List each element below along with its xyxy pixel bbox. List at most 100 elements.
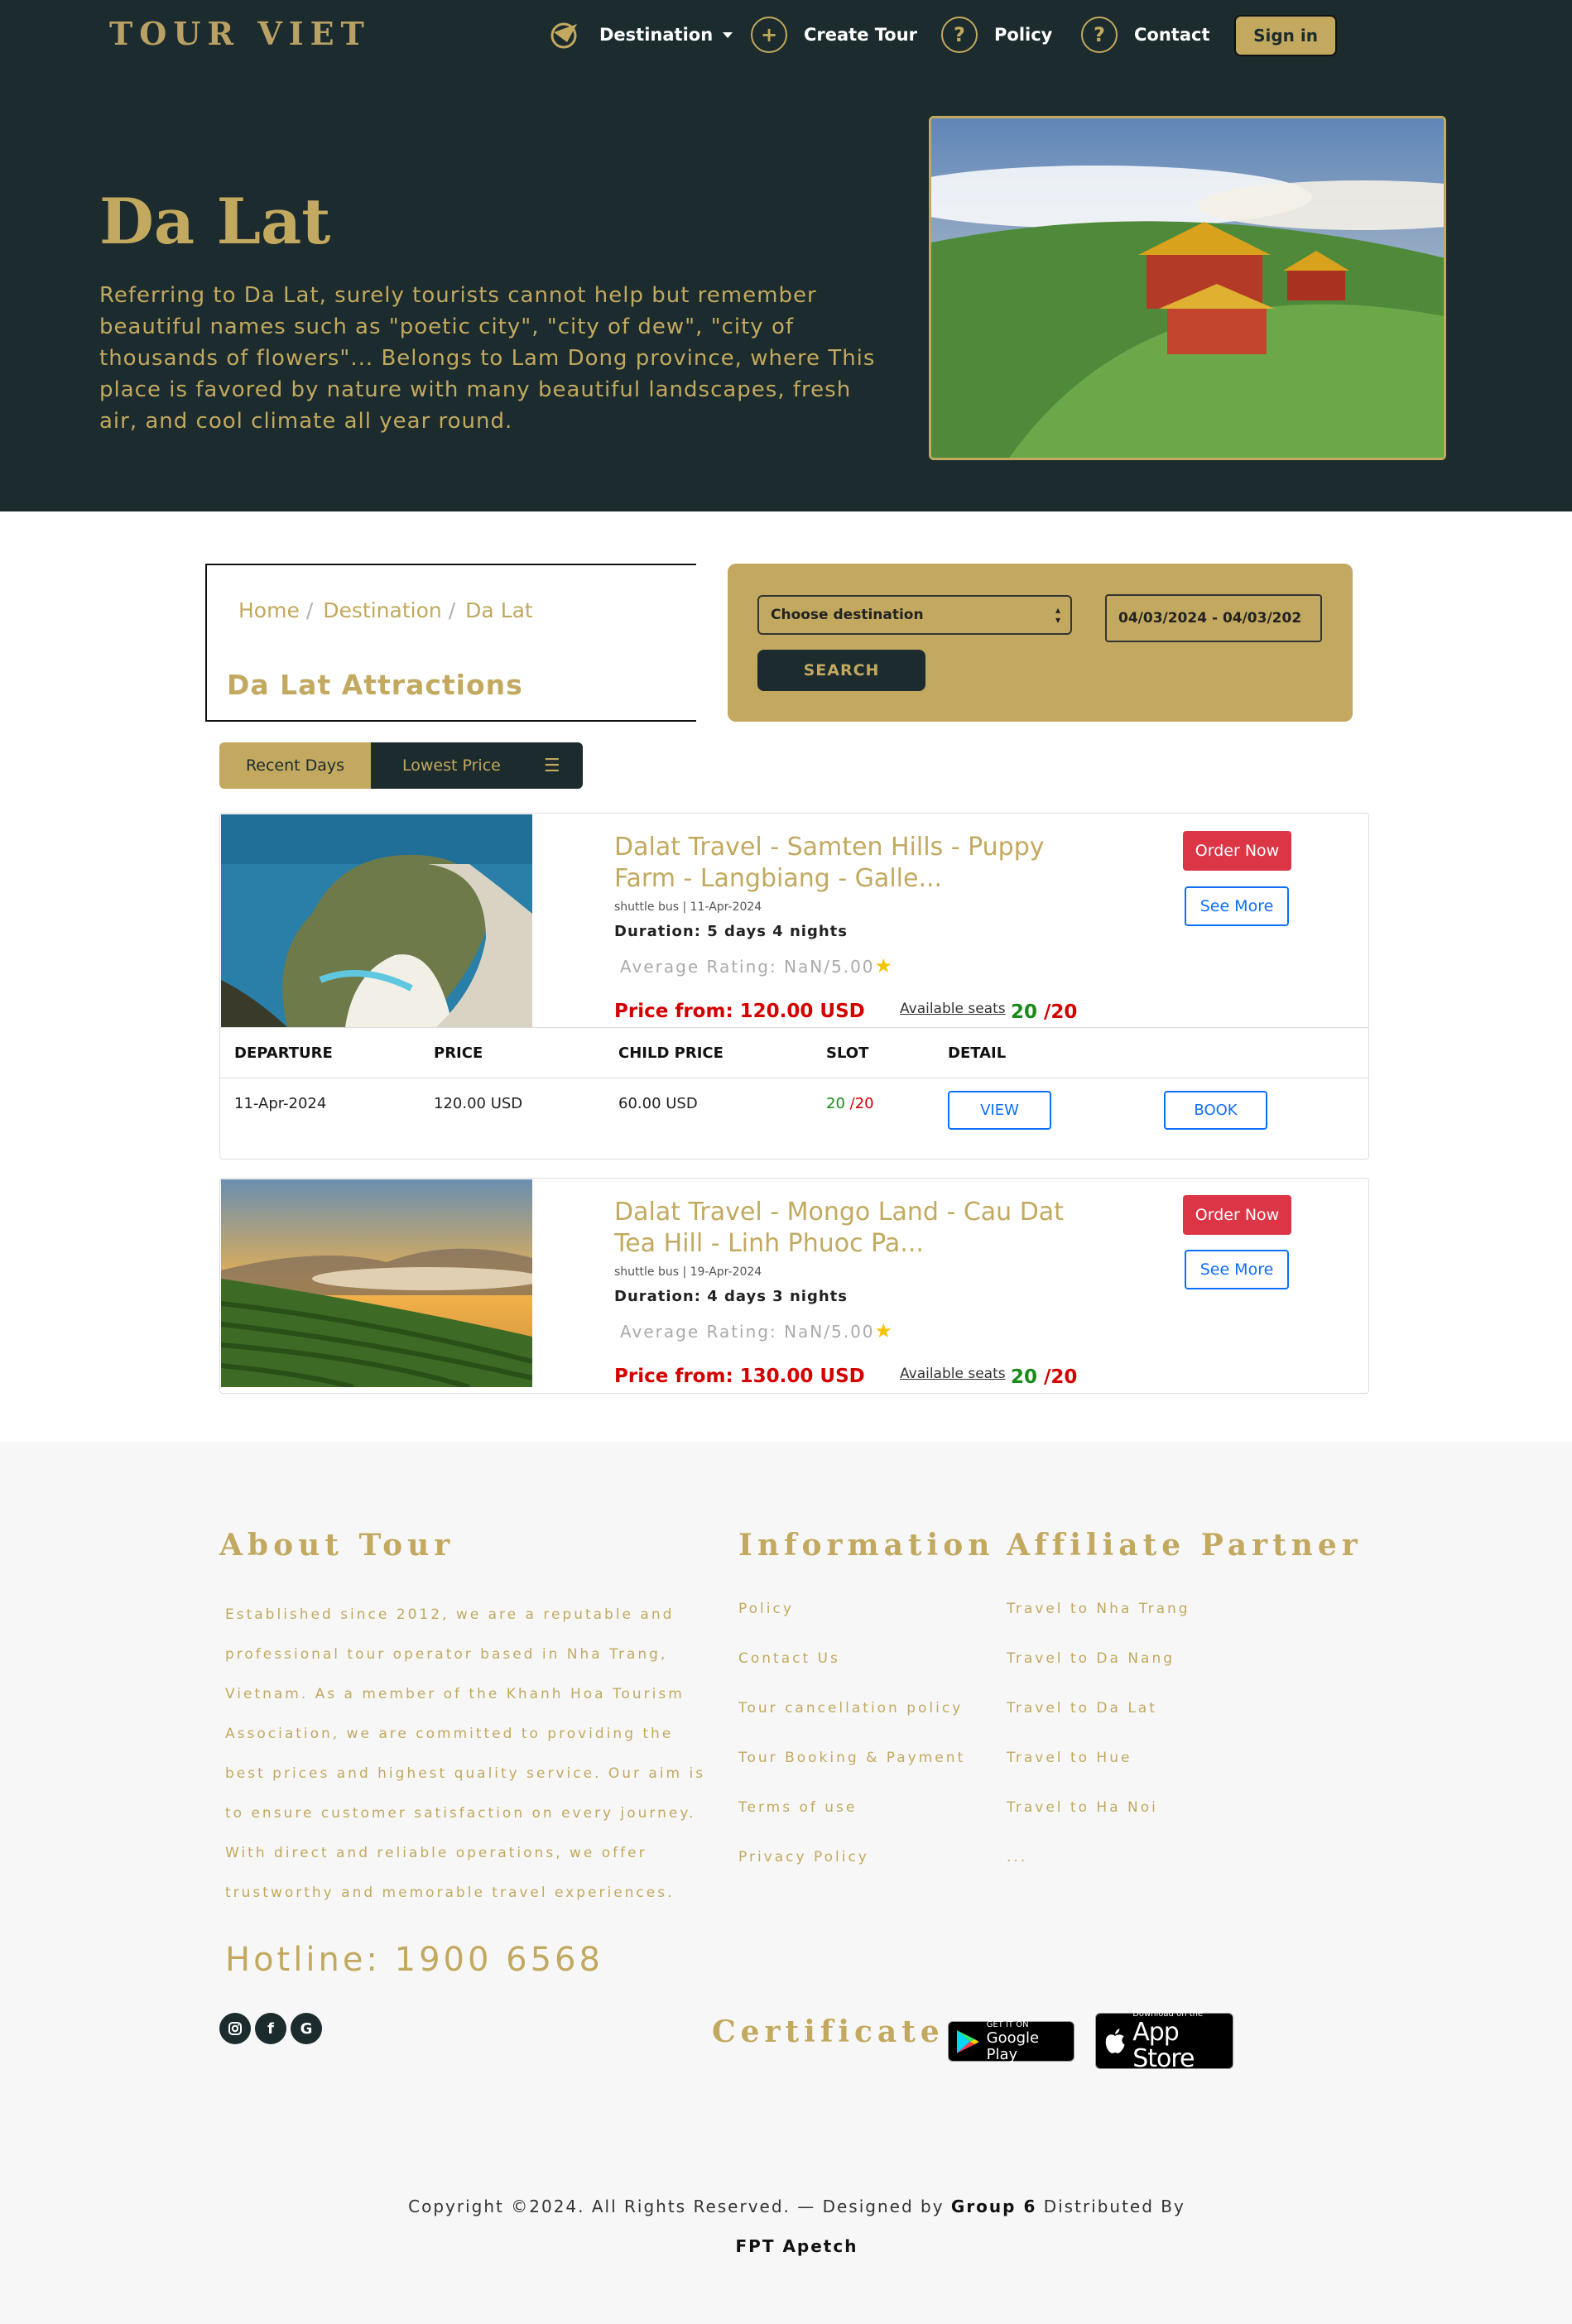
book-button[interactable]: BOOK [1164, 1091, 1267, 1130]
designer-name[interactable]: Group 6 [951, 2197, 1036, 2216]
tour-title[interactable]: Dalat Travel - Mongo Land - Cau Dat Tea … [614, 1197, 1094, 1260]
cell-child-price: 60.00 USD [618, 1095, 698, 1112]
tour-duration: Duration: 5 days 4 nights [614, 923, 848, 940]
nav-contact-label: Contact [1134, 25, 1210, 45]
nav-destination-label: Destination [599, 25, 714, 45]
col-price: PRICE [434, 1044, 483, 1062]
app-store-label: App Store [1132, 2018, 1195, 2073]
nav-create-tour[interactable]: + Create Tour [751, 17, 917, 53]
search-panel: Choose destination ▴ ▾ 04/03/2024 - 04/03… [728, 564, 1353, 722]
app-store-text: Download on the App Store [1132, 2009, 1233, 2072]
breadcrumb-home[interactable]: Home [238, 598, 300, 622]
list-menu-icon[interactable]: ☰ [544, 756, 560, 776]
available-seats-label: Available seats [900, 1366, 1006, 1382]
tour-price: Price from: 120.00 USD [614, 1001, 865, 1022]
google-play-badge[interactable]: GET IT ON Google Play [948, 2020, 1074, 2063]
order-now-button[interactable]: Order Now [1183, 1195, 1291, 1235]
tour-image[interactable] [221, 814, 532, 1027]
date-range-input[interactable]: 04/03/2024 - 04/03/202 [1105, 594, 1322, 642]
breadcrumb-destination[interactable]: Destination [323, 598, 441, 622]
star-icon: ★ [874, 954, 895, 977]
instagram-icon[interactable] [219, 2013, 251, 2044]
seats-total: /20 [1044, 1366, 1078, 1388]
sign-in-button[interactable]: Sign in [1234, 15, 1337, 56]
google-play-text: GET IT ON Google Play [987, 2020, 1074, 2063]
distributor-name[interactable]: FPT Apetch [736, 2236, 858, 2256]
nav-policy[interactable]: ? Policy [941, 17, 1052, 53]
footer-about-title: About Tour [219, 1528, 455, 1563]
departure-table-header: DEPARTURE PRICE CHILD PRICE SLOT DETAIL [220, 1027, 1368, 1078]
nav-create-tour-label: Create Tour [804, 25, 918, 45]
slot-available: 20 [826, 1095, 845, 1112]
app-store-badge[interactable]: Download on the App Store [1095, 2009, 1233, 2072]
tour-title[interactable]: Dalat Travel - Samten Hills - Puppy Farm… [614, 832, 1094, 895]
footer-link-hue[interactable]: Travel to Hue [1007, 1750, 1190, 1799]
breadcrumb-panel: Home / Destination / Da Lat Da Lat Attractio… [205, 564, 696, 722]
copyright-text: Copyright ©2024. All Rights Reserved. — … [408, 2197, 945, 2216]
tour-card: Dalat Travel - Samten Hills - Puppy Farm… [219, 813, 1369, 1160]
top-navbar: TOUR VIET Destination + Create Tour ? Po… [0, 0, 1572, 73]
available-seats-value: 20 /20 [1011, 1366, 1077, 1388]
google-icon[interactable]: G [291, 2013, 322, 2044]
order-now-button[interactable]: Order Now [1183, 831, 1291, 871]
destination-select[interactable]: Choose destination ▴ ▾ [757, 595, 1072, 635]
footer-link-more[interactable]: ... [1007, 1849, 1190, 1899]
sort-recent-days[interactable]: Recent Days [219, 742, 371, 789]
slot-total: /20 [849, 1095, 874, 1112]
see-more-button[interactable]: See More [1185, 886, 1289, 926]
hotline[interactable]: Hotline: 1900 6568 [225, 1941, 603, 1979]
footer-link-da-nang[interactable]: Travel to Da Nang [1007, 1650, 1190, 1700]
breadcrumb-separator: / [305, 598, 314, 622]
chevron-down-icon [723, 31, 733, 38]
tour-duration: Duration: 4 days 3 nights [614, 1288, 848, 1305]
tour-card: Dalat Travel - Mongo Land - Cau Dat Tea … [219, 1178, 1369, 1394]
available-seats-label: Available seats [900, 1001, 1006, 1017]
facebook-icon[interactable]: f [255, 2013, 286, 2044]
footer-link-contact[interactable]: Contact Us [738, 1650, 965, 1700]
footer-link-cancellation[interactable]: Tour cancellation policy [738, 1700, 965, 1750]
sort-lowest-price-label: Lowest Price [402, 756, 501, 775]
certificate-title: Certificate [712, 2014, 945, 2049]
hero-section: Da Lat Referring to Da Lat, surely touri… [0, 73, 1572, 511]
see-more-button[interactable]: See More [1185, 1250, 1289, 1289]
attractions-title: Da Lat Attractions [227, 669, 523, 701]
site-logo[interactable]: TOUR VIET [109, 15, 371, 52]
footer-link-booking-payment[interactable]: Tour Booking & Payment [738, 1750, 965, 1799]
footer-partner-title: Affiliate Partner [1007, 1528, 1363, 1563]
hero-image [929, 116, 1446, 460]
table-row: 11-Apr-2024 120.00 USD 60.00 USD 20 /20 … [220, 1078, 1368, 1153]
departure-table: DEPARTURE PRICE CHILD PRICE SLOT DETAIL … [220, 1027, 1368, 1153]
tour-rating-text: Average Rating: NaN/5.00 [620, 1322, 875, 1342]
tour-meta: shuttle bus | 19-Apr-2024 [614, 1265, 762, 1279]
breadcrumb-current: Da Lat [465, 598, 533, 622]
social-links: f G [219, 2013, 322, 2044]
seats-total: /20 [1044, 1001, 1078, 1023]
seats-available: 20 [1011, 1366, 1038, 1388]
available-seats-value: 20 /20 [1011, 1001, 1077, 1023]
breadcrumb: Home / Destination / Da Lat [238, 598, 533, 622]
plus-circle-icon: + [751, 17, 787, 53]
footer: About Tour Established since 2012, we ar… [0, 1442, 1572, 2324]
cell-price: 120.00 USD [434, 1095, 523, 1112]
hero-description: Referring to Da Lat, surely tourists can… [99, 283, 876, 434]
footer-link-ha-noi[interactable]: Travel to Ha Noi [1007, 1799, 1190, 1849]
globe-plane-icon [546, 17, 583, 53]
google-play-small: GET IT ON [986, 2019, 1029, 2029]
tour-image[interactable] [220, 1179, 544, 1390]
search-button[interactable]: SEARCH [757, 650, 925, 691]
footer-partner-links: Travel to Nha Trang Travel to Da Nang Tr… [1007, 1601, 1190, 1899]
seats-available: 20 [1011, 1001, 1038, 1023]
question-circle-icon: ? [1081, 17, 1118, 53]
footer-info-links: Policy Contact Us Tour cancellation poli… [738, 1601, 965, 1899]
footer-link-da-lat[interactable]: Travel to Da Lat [1007, 1700, 1190, 1750]
footer-link-nha-trang[interactable]: Travel to Nha Trang [1007, 1601, 1190, 1650]
nav-contact[interactable]: ? Contact [1081, 17, 1210, 53]
sort-lowest-price[interactable]: Lowest Price ☰ [371, 742, 583, 789]
footer-link-terms[interactable]: Terms of use [738, 1799, 965, 1849]
nav-destination[interactable]: Destination [546, 17, 733, 53]
footer-link-policy[interactable]: Policy [738, 1601, 965, 1650]
view-button[interactable]: VIEW [948, 1091, 1051, 1130]
distributed-text: Distributed By [1043, 2197, 1185, 2216]
footer-link-privacy[interactable]: Privacy Policy [738, 1849, 965, 1899]
google-play-label: Google Play [986, 2029, 1040, 2063]
